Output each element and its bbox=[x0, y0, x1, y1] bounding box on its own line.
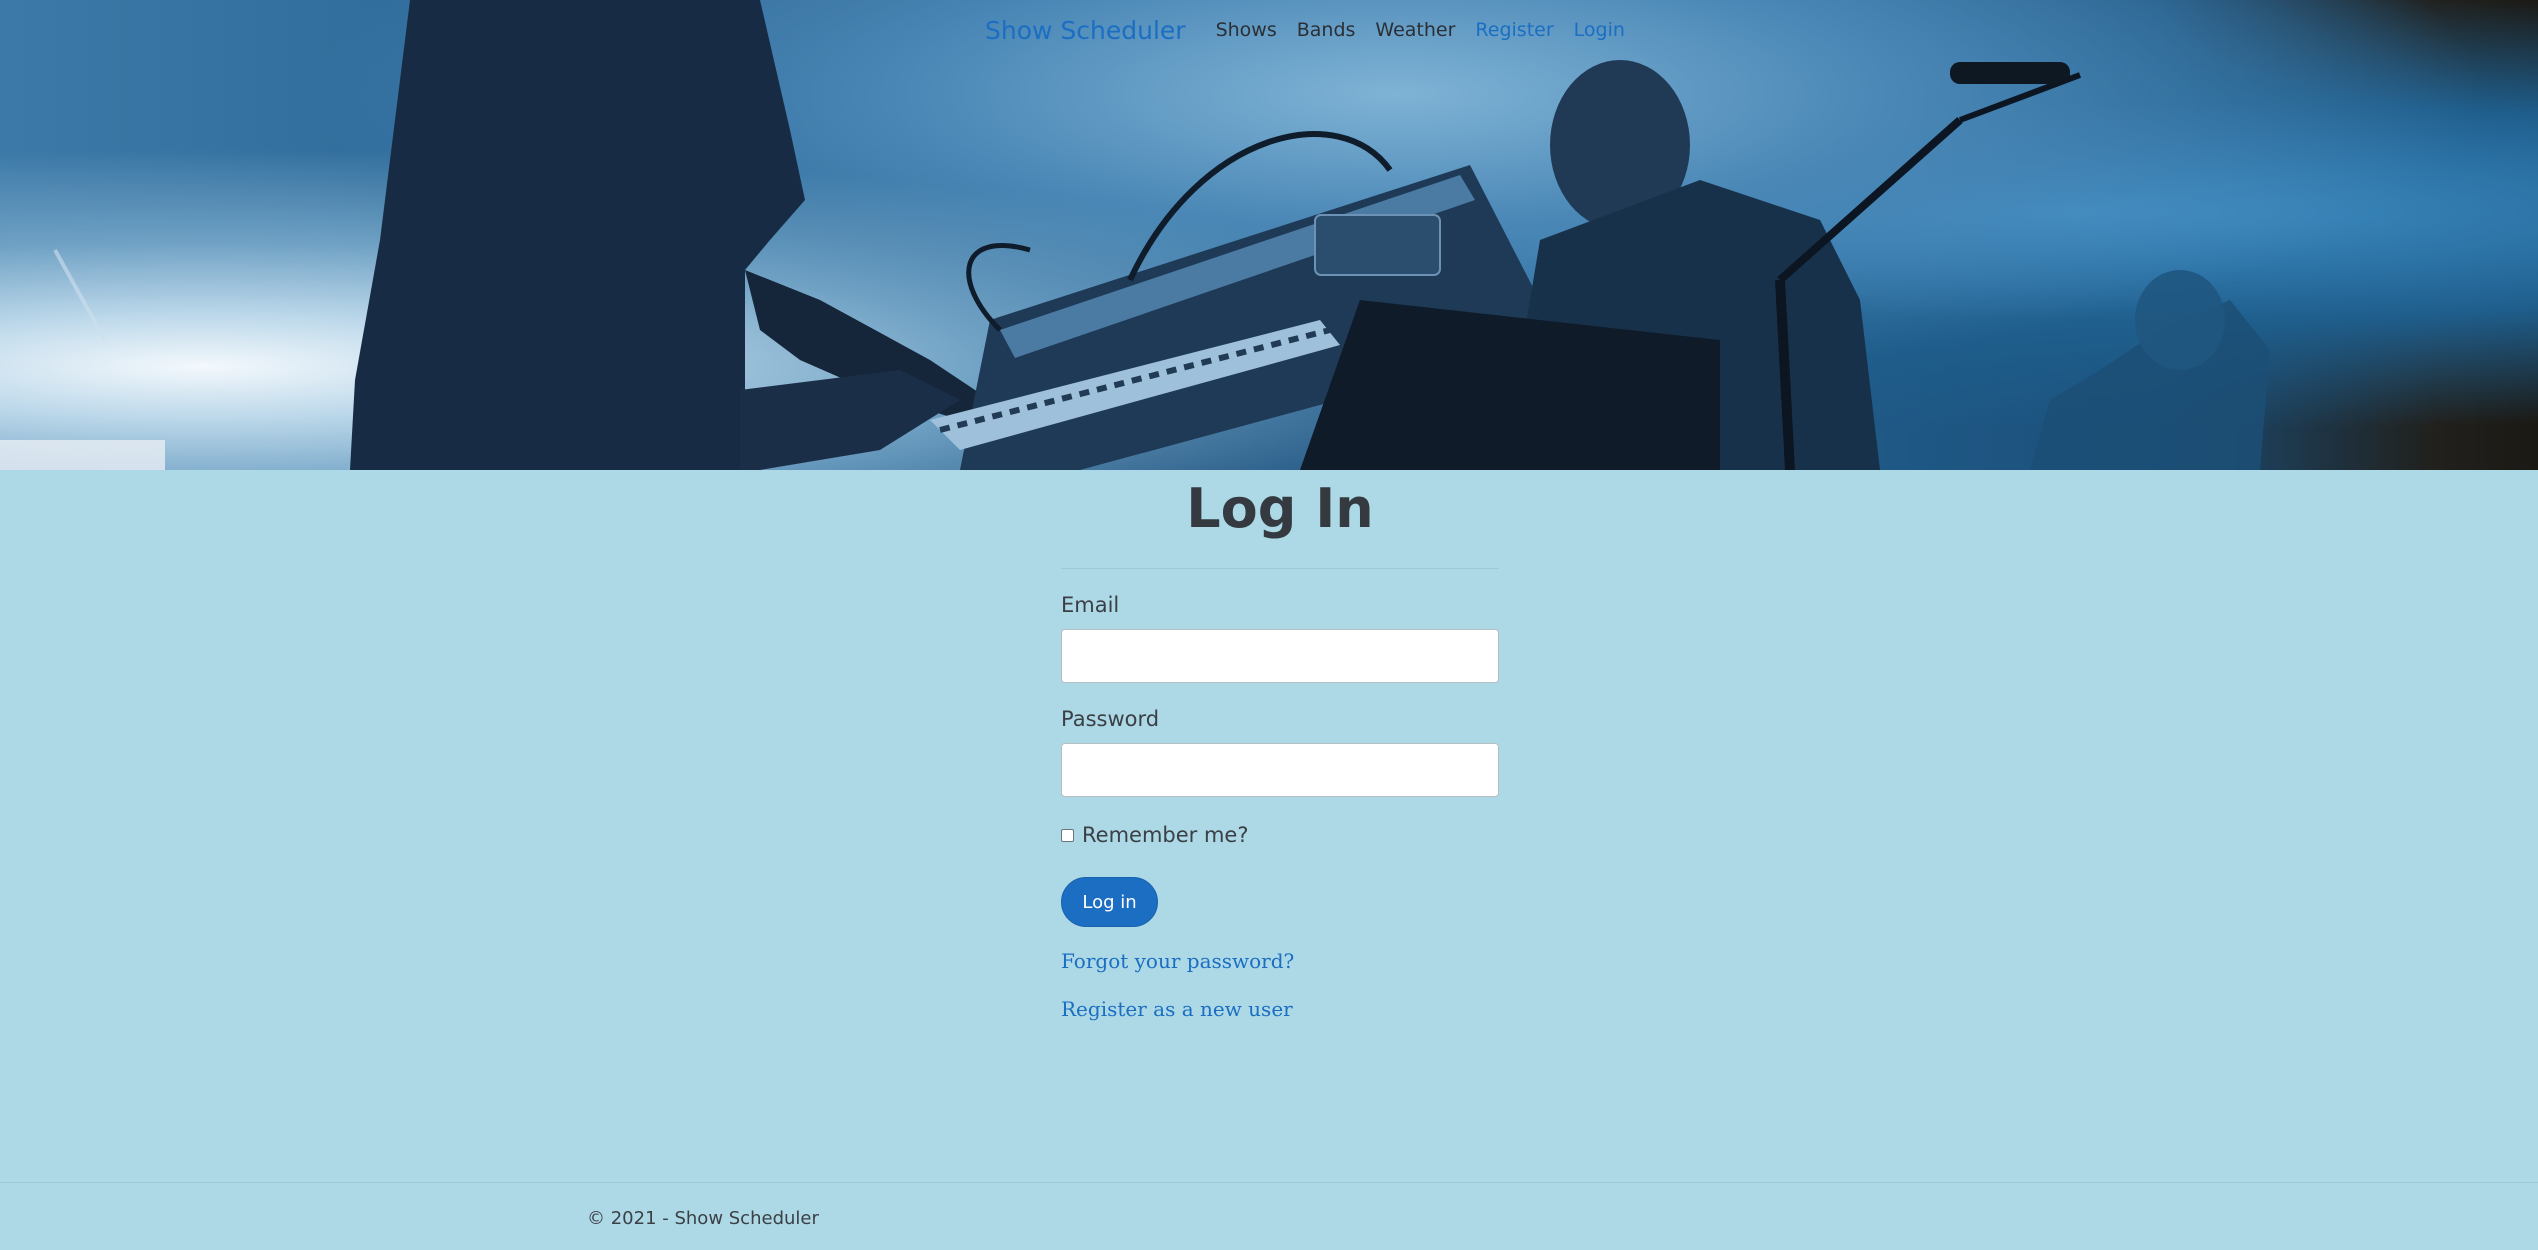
login-form: Log In Email Password Remember me? Log i… bbox=[1061, 470, 1499, 1021]
nav-link-shows[interactable]: Shows bbox=[1216, 19, 1277, 41]
nav-link-weather[interactable]: Weather bbox=[1375, 19, 1455, 41]
footer: © 2021 - Show Scheduler bbox=[0, 1182, 2538, 1250]
nav-link-bands[interactable]: Bands bbox=[1297, 19, 1356, 41]
concert-silhouette-graphic bbox=[0, 0, 2270, 470]
nav-link-register[interactable]: Register bbox=[1475, 19, 1553, 41]
remember-me-checkbox[interactable] bbox=[1061, 828, 1074, 842]
title-divider bbox=[1061, 568, 1499, 569]
email-field[interactable] bbox=[1061, 629, 1499, 683]
password-label: Password bbox=[1061, 707, 1160, 731]
hero-banner-image bbox=[0, 0, 2538, 470]
page-title: Log In bbox=[1186, 477, 1374, 540]
forgot-password-link[interactable]: Forgot your password? bbox=[1061, 949, 1499, 973]
nav-link-login[interactable]: Login bbox=[1574, 19, 1625, 41]
register-new-user-link[interactable]: Register as a new user bbox=[1061, 997, 1499, 1021]
top-navbar: Show Scheduler Shows Bands Weather Regis… bbox=[985, 0, 1645, 60]
brand-link[interactable]: Show Scheduler bbox=[985, 16, 1186, 45]
remember-me-row: Remember me? bbox=[1061, 823, 1499, 847]
login-button[interactable]: Log in bbox=[1061, 877, 1158, 927]
remember-me-label[interactable]: Remember me? bbox=[1082, 823, 1248, 847]
footer-copyright: © 2021 - Show Scheduler bbox=[587, 1208, 819, 1229]
email-label: Email bbox=[1061, 593, 1120, 617]
password-field[interactable] bbox=[1061, 743, 1499, 797]
